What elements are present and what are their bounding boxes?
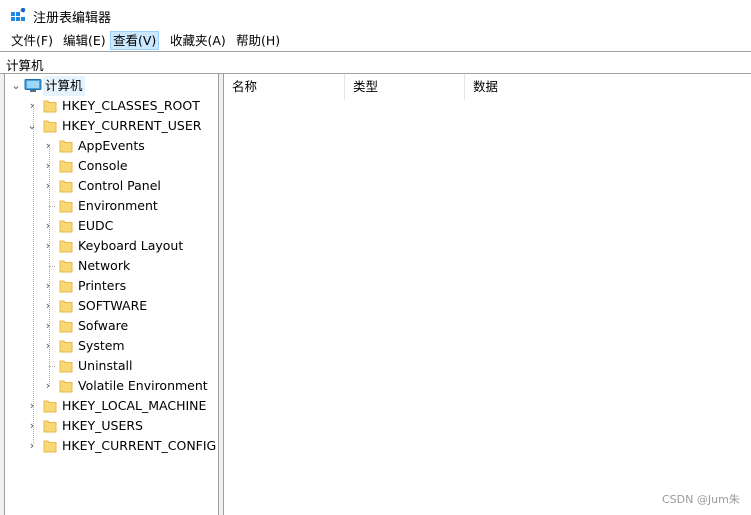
menu-file[interactable]: 文件(F) bbox=[8, 31, 56, 50]
chevron-right-icon[interactable]: › bbox=[26, 396, 38, 416]
chevron-right-icon[interactable]: › bbox=[42, 236, 54, 256]
folder-icon bbox=[59, 180, 73, 193]
address-bar[interactable]: 计算机 bbox=[0, 51, 751, 74]
tree-node-key[interactable]: › EUDC bbox=[5, 216, 218, 236]
tree-label-key: Volatile Environment bbox=[78, 378, 208, 393]
column-header-type[interactable]: 类型 bbox=[345, 74, 465, 100]
tree-node-key[interactable]: › Console bbox=[5, 156, 218, 176]
values-pane[interactable]: 名称 类型 数据 bbox=[224, 74, 751, 515]
folder-icon bbox=[59, 240, 73, 253]
tree-node-key[interactable]: › Keyboard Layout bbox=[5, 236, 218, 256]
menu-view[interactable]: 查看(V) bbox=[110, 31, 160, 50]
chevron-down-icon[interactable]: ⌄ bbox=[10, 76, 22, 96]
chevron-right-icon[interactable]: › bbox=[42, 156, 54, 176]
registry-editor-icon bbox=[11, 8, 26, 21]
tree-label-key: Keyboard Layout bbox=[78, 238, 184, 253]
registry-tree[interactable]: ⌄ 计算机 › HKEY_CLASSES_ROOT ⌄ HKEY_CURRENT… bbox=[5, 74, 219, 515]
folder-icon bbox=[43, 440, 57, 453]
tree-label-key: EUDC bbox=[78, 218, 114, 233]
tree-label-key: AppEvents bbox=[78, 138, 145, 153]
tree-label-key: Uninstall bbox=[78, 358, 133, 373]
chevron-down-icon[interactable]: ⌄ bbox=[26, 116, 38, 136]
folder-icon bbox=[43, 120, 57, 133]
folder-icon bbox=[59, 320, 73, 333]
tree-label-key: Control Panel bbox=[78, 178, 161, 193]
window-title: 注册表编辑器 bbox=[33, 11, 112, 26]
chevron-right-icon[interactable]: › bbox=[26, 416, 38, 436]
tree-node-key[interactable]: › Volatile Environment bbox=[5, 376, 218, 396]
menu-help[interactable]: 帮助(H) bbox=[233, 31, 283, 50]
tree-label-key: Printers bbox=[78, 278, 127, 293]
tree-label-hive: HKEY_CLASSES_ROOT bbox=[62, 98, 200, 113]
tree-node-hive[interactable]: › HKEY_LOCAL_MACHINE bbox=[5, 396, 218, 416]
folder-icon bbox=[43, 420, 57, 433]
folder-icon bbox=[43, 100, 57, 113]
tree-label-key: Network bbox=[78, 258, 131, 273]
folder-icon bbox=[43, 400, 57, 413]
folder-icon bbox=[59, 160, 73, 173]
chevron-right-icon[interactable]: › bbox=[42, 176, 54, 196]
tree-node-hive[interactable]: › HKEY_CLASSES_ROOT bbox=[5, 96, 218, 116]
folder-icon bbox=[59, 220, 73, 233]
tree-node-computer[interactable]: ⌄ 计算机 bbox=[5, 76, 218, 96]
tree-node-key[interactable]: › Control Panel bbox=[5, 176, 218, 196]
column-header-name[interactable]: 名称 bbox=[224, 74, 345, 100]
tree-node-key[interactable]: › SOFTWARE bbox=[5, 296, 218, 316]
tree-label-key: SOFTWARE bbox=[78, 298, 148, 313]
tree-label-hive: HKEY_CURRENT_USER bbox=[62, 118, 202, 133]
folder-icon bbox=[59, 260, 73, 273]
tree-node-key[interactable]: › AppEvents bbox=[5, 136, 218, 156]
folder-icon bbox=[59, 340, 73, 353]
tree-node-key[interactable]: › Sofware bbox=[5, 316, 218, 336]
chevron-right-icon[interactable]: › bbox=[26, 436, 38, 456]
tree-node-key[interactable]: › System bbox=[5, 336, 218, 356]
chevron-right-icon[interactable]: › bbox=[42, 216, 54, 236]
tree-node-hive[interactable]: › HKEY_CURRENT_CONFIG bbox=[5, 436, 218, 456]
menu-edit[interactable]: 编辑(E) bbox=[60, 31, 109, 50]
tree-node-hive[interactable]: ⌄ HKEY_CURRENT_USER bbox=[5, 116, 218, 136]
chevron-right-icon[interactable]: › bbox=[42, 276, 54, 296]
chevron-right-icon[interactable]: › bbox=[42, 336, 54, 356]
tree-label-key: Console bbox=[78, 158, 128, 173]
folder-icon bbox=[59, 280, 73, 293]
title-bar: 注册表编辑器 bbox=[0, 0, 751, 30]
tree-node-key[interactable]: Uninstall bbox=[5, 356, 218, 376]
tree-node-hive[interactable]: › HKEY_USERS bbox=[5, 416, 218, 436]
chevron-right-icon[interactable]: › bbox=[42, 316, 54, 336]
tree-label-hive: HKEY_USERS bbox=[62, 418, 143, 433]
column-header-data[interactable]: 数据 bbox=[465, 74, 595, 100]
folder-icon bbox=[59, 200, 73, 213]
tree-node-key[interactable]: Network bbox=[5, 256, 218, 276]
tree-node-key[interactable]: Environment bbox=[5, 196, 218, 216]
chevron-right-icon[interactable]: › bbox=[42, 136, 54, 156]
computer-icon bbox=[24, 79, 42, 92]
address-text: 计算机 bbox=[6, 58, 44, 73]
chevron-right-icon[interactable]: › bbox=[42, 296, 54, 316]
menu-favorites[interactable]: 收藏夹(A) bbox=[167, 31, 229, 50]
chevron-right-icon[interactable]: › bbox=[26, 96, 38, 116]
tree-label-computer: 计算机 bbox=[43, 76, 85, 96]
tree-label-hive: HKEY_CURRENT_CONFIG bbox=[62, 438, 217, 453]
watermark: CSDN @Jum朱 bbox=[662, 493, 740, 506]
folder-icon bbox=[59, 360, 73, 373]
chevron-right-icon[interactable]: › bbox=[42, 376, 54, 396]
tree-label-hive: HKEY_LOCAL_MACHINE bbox=[62, 398, 207, 413]
folder-icon bbox=[59, 380, 73, 393]
tree-node-key[interactable]: › Printers bbox=[5, 276, 218, 296]
folder-icon bbox=[59, 300, 73, 313]
folder-icon bbox=[59, 140, 73, 153]
tree-label-key: Environment bbox=[78, 198, 158, 213]
menu-bar: 文件(F) 编辑(E) 查看(V) 收藏夹(A) 帮助(H) bbox=[0, 30, 751, 51]
tree-label-key: Sofware bbox=[78, 318, 129, 333]
tree-label-key: System bbox=[78, 338, 125, 353]
